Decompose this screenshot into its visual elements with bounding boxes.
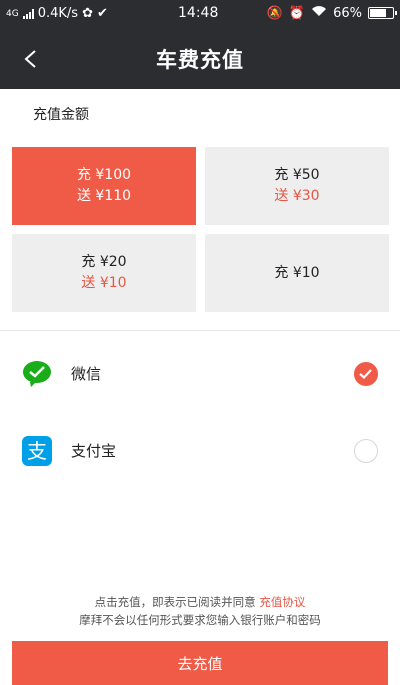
security-notice: 摩拜不会以任何形式要求您输入银行账户和密码 (79, 613, 321, 627)
wifi-icon (311, 5, 327, 21)
status-left: 4G 0.4K/s ✿ ✔ (6, 6, 108, 21)
wechat-icon (21, 358, 53, 390)
settings-status-icon: ✿ (82, 6, 93, 21)
top-bar: 4G 0.4K/s ✿ ✔ 14:48 🔕 ⏰ 66% 车费充值 (0, 0, 400, 89)
amount-option-100[interactable]: 充 ¥100 送 ¥110 (12, 147, 196, 225)
check-icon[interactable] (354, 362, 378, 386)
payment-label: 微信 (71, 365, 102, 383)
alipay-icon: 支 (21, 435, 53, 467)
amount-option-50[interactable]: 充 ¥50 送 ¥30 (205, 147, 389, 225)
status-bar: 4G 0.4K/s ✿ ✔ 14:48 🔕 ⏰ 66% (0, 0, 400, 28)
payment-label: 支付宝 (71, 442, 117, 460)
amount-option-10[interactable]: 充 ¥10 (205, 234, 389, 312)
network-speed: 0.4K/s (37, 6, 79, 21)
nav-bar: 车费充值 (0, 28, 400, 89)
page-title: 车费充值 (156, 48, 244, 72)
bonus-amount: 送 ¥10 (81, 275, 127, 291)
battery-icon (368, 7, 397, 19)
agreement-note: 点击充值，即表示已阅读并同意 充值协议 (0, 594, 400, 610)
agreement-link[interactable]: 充值协议 (259, 595, 305, 609)
svg-text:支: 支 (27, 439, 47, 463)
clock: 14:48 (178, 5, 219, 21)
bonus-amount: 送 ¥30 (274, 188, 320, 204)
agreement-prefix: 点击充值，即表示已阅读并同意 (94, 595, 256, 609)
check-status-icon: ✔ (96, 6, 108, 21)
network-type: 4G (6, 8, 19, 19)
submit-button[interactable]: 去充值 (12, 641, 388, 685)
payment-row-alipay[interactable]: 支 支付宝 (0, 422, 400, 478)
payment-row-wechat[interactable]: 微信 (0, 345, 400, 401)
amount-section-label: 充值金额 (33, 107, 89, 123)
amount-option-20[interactable]: 充 ¥20 送 ¥10 (12, 234, 196, 312)
radio-button[interactable] (354, 439, 378, 463)
signal-icon (22, 8, 34, 19)
charge-amount: 充 ¥20 (81, 254, 127, 270)
charge-amount: 充 ¥50 (274, 167, 320, 183)
status-right: 🔕 ⏰ 66% (266, 5, 397, 21)
charge-amount: 充 ¥10 (274, 264, 320, 281)
battery-percent: 66% (333, 5, 362, 21)
bonus-amount: 送 ¥110 (76, 188, 132, 204)
charge-amount: 充 ¥100 (76, 167, 132, 183)
divider (0, 330, 400, 331)
alarm-icon: ⏰ (288, 5, 306, 21)
mute-icon: 🔕 (266, 5, 283, 21)
